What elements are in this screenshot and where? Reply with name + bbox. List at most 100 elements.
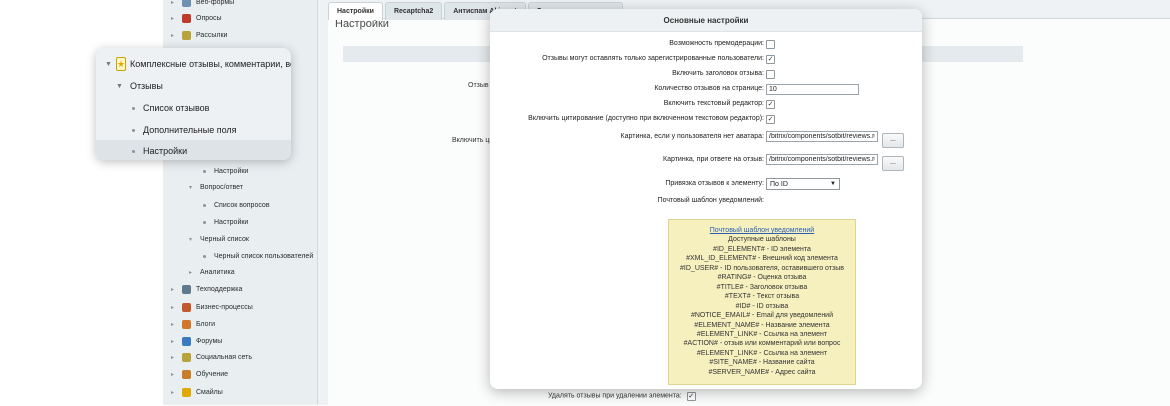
delete-reviews-checkbox[interactable]: ✓	[686, 392, 696, 401]
sidebar-item[interactable]: ▸ Обучение	[163, 366, 228, 383]
dialog-title: Основные настройки	[490, 9, 922, 32]
quoting-checkbox[interactable]: ✓	[766, 115, 775, 124]
sidebar-item[interactable]: ▾ Вопрос/ответ	[163, 179, 243, 196]
template-line: #RATING# - Оценка отзыва	[717, 274, 807, 282]
chevron-down-icon[interactable]: ▾	[189, 236, 195, 243]
chevron-down-icon: ▼	[830, 181, 836, 187]
chevron-down-icon: ▼	[116, 82, 123, 90]
forum-icon	[182, 337, 191, 346]
field-label: Включить заголовок отзыва:	[672, 70, 764, 77]
field-label: Включить цитирование (доступно при включ…	[528, 115, 764, 122]
menu-item-review-list[interactable]: Список отзывов	[96, 97, 291, 119]
sidebar-item[interactable]: Настройки	[163, 214, 248, 231]
sidebar-item[interactable]: ▸ Аналитика	[163, 264, 235, 281]
chevron-right-icon[interactable]: ▸	[171, 304, 177, 311]
field-label: Отзывы могут оставлять только зарегистри…	[542, 55, 764, 62]
text-editor-checkbox[interactable]: ✓	[766, 100, 775, 109]
chevron-right-icon[interactable]: ▸	[171, 371, 177, 378]
bullet-icon	[203, 221, 206, 224]
sidebar-item[interactable]: ▸ Опросы	[163, 10, 222, 27]
sidebar-item[interactable]: ▸ Форумы	[163, 333, 222, 350]
no-avatar-path-input[interactable]	[766, 131, 878, 142]
template-line: #SITE_NAME# - Название сайта	[709, 359, 815, 367]
template-line: #ELEMENT_LINK# - Ссылка на элемент	[696, 330, 828, 338]
element-binding-row: Привязка отзывов к элементу: По ID ▼	[490, 177, 922, 191]
sidebar-item-label: Настройки	[214, 168, 249, 175]
menu-group-label: Отзывы	[129, 81, 163, 91]
per-page-row: Количество отзывов на странице:	[490, 83, 922, 97]
chevron-right-icon[interactable]: ▸	[171, 0, 177, 6]
sidebar-item[interactable]: Список вопросов	[163, 197, 270, 214]
sidebar-item-label: Вопрос/ответ	[200, 184, 244, 191]
template-line: #TITLE# - Заголовок отзыва	[716, 283, 808, 291]
chevron-right-icon[interactable]: ▸	[171, 354, 177, 361]
template-line: Доступные шаблоны	[728, 236, 796, 244]
form-icon	[182, 0, 191, 7]
reply-image-row: Картинка, при ответе на отзыв: ...	[490, 153, 922, 171]
chevron-right-icon[interactable]: ▸	[171, 321, 177, 328]
background-field-label: Включить ци	[452, 137, 494, 144]
element-binding-select[interactable]: По ID ▼	[766, 178, 840, 190]
chevron-right-icon[interactable]: ▸	[171, 32, 177, 39]
sidebar-item[interactable]: ▸ Смайлы	[163, 384, 223, 401]
sidebar-item[interactable]: ▸ Бизнес-процессы	[163, 299, 253, 316]
sidebar-item[interactable]: ▾ Черный список	[163, 231, 249, 248]
star-icon: ★	[115, 57, 127, 71]
browse-button[interactable]: ...	[882, 156, 904, 171]
sidebar-item[interactable]: ▸ Техподдержка	[163, 281, 242, 298]
chevron-right-icon[interactable]: ▸	[171, 389, 177, 396]
chevron-right-icon[interactable]: ▸	[189, 269, 195, 276]
chevron-down-icon[interactable]: ▾	[189, 184, 195, 191]
template-line: #ELEMENT_NAME# - Название элемента	[694, 321, 830, 329]
menu-item-label: Дополнительные поля	[143, 125, 237, 135]
menu-item-label: Настройки	[143, 146, 188, 156]
field-label: Привязка отзывов к элементу:	[665, 180, 764, 187]
reply-image-path-input[interactable]	[766, 154, 878, 165]
field-label: Почтовый шаблон уведомлений:	[657, 197, 764, 204]
bullet-icon	[203, 204, 206, 207]
blog-icon	[182, 320, 191, 329]
chevron-right-icon[interactable]: ▸	[171, 338, 177, 345]
field-label: Возможность премодерации:	[669, 40, 764, 47]
premoderation-checkbox[interactable]	[766, 40, 775, 49]
template-line: #ACTION# - отзыв или комментарий или воп…	[683, 340, 841, 348]
chevron-right-icon[interactable]: ▸	[171, 286, 177, 293]
learning-icon	[182, 370, 191, 379]
bullet-icon	[132, 106, 135, 110]
sidebar-item-label: Техподдержка	[196, 286, 243, 293]
sidebar-item[interactable]: ▸ Социальная сеть	[163, 349, 252, 366]
menu-item-settings[interactable]: Настройки	[96, 140, 291, 160]
sidebar-item[interactable]: Черный список пользователей	[163, 248, 313, 265]
sidebar-item[interactable]: ▸ Рассылки	[163, 27, 227, 44]
template-lines: Доступные шаблоны #ID_ELEMENT# - ID элеме…	[669, 235, 855, 377]
review-title-checkbox[interactable]	[766, 70, 775, 79]
sidebar-item[interactable]: ▸ Блоги	[163, 316, 215, 333]
bullet-icon	[132, 149, 135, 153]
premoderation-row: Возможность премодерации:	[490, 38, 922, 52]
registered-only-checkbox[interactable]: ✓	[766, 55, 775, 64]
template-line: #TEXT# - Текст отзыва	[724, 293, 800, 301]
field-label: Картинка, если у пользователя нет аватар…	[620, 133, 764, 140]
background-field-label: Отзыв	[468, 82, 489, 89]
no-avatar-image-row: Картинка, если у пользователя нет аватар…	[490, 130, 922, 148]
menu-root-label: Комплексные отзывы, комментарии, вопросы	[130, 59, 291, 69]
sidebar-item-label: Веб-формы	[196, 0, 235, 6]
browse-button[interactable]: ...	[882, 133, 904, 148]
template-line: #SERVER_NAME# - Адрес сайта	[708, 368, 816, 376]
delete-reviews-label: Удалять отзывы при удалении элемента:	[548, 392, 682, 400]
mail-template-link[interactable]: Почтовый шаблон уведомлений	[669, 226, 855, 235]
sidebar-item-label: Смайлы	[196, 389, 223, 396]
template-line: #ELEMENT_LINK# - Ссылка на элемент	[696, 349, 828, 357]
mail-template-row: Почтовый шаблон уведомлений:	[490, 195, 922, 209]
process-icon	[182, 303, 191, 312]
chevron-right-icon[interactable]: ▸	[171, 15, 177, 22]
per-page-input[interactable]	[766, 84, 859, 95]
tab-settings[interactable]: Настройки	[328, 2, 383, 20]
menu-group-reviews[interactable]: ▼ Отзывы	[96, 75, 291, 97]
sidebar-item[interactable]: Настройки	[163, 163, 248, 180]
tab-recaptcha[interactable]: Recaptcha2	[384, 2, 443, 20]
menu-item-extra-fields[interactable]: Дополнительные поля	[96, 119, 291, 141]
chevron-down-icon: ▼	[105, 60, 112, 68]
menu-root-item[interactable]: ▼ ★ Комплексные отзывы, комментарии, воп…	[96, 53, 291, 75]
template-line: #ID_ELEMENT# - ID элемента	[713, 245, 811, 253]
